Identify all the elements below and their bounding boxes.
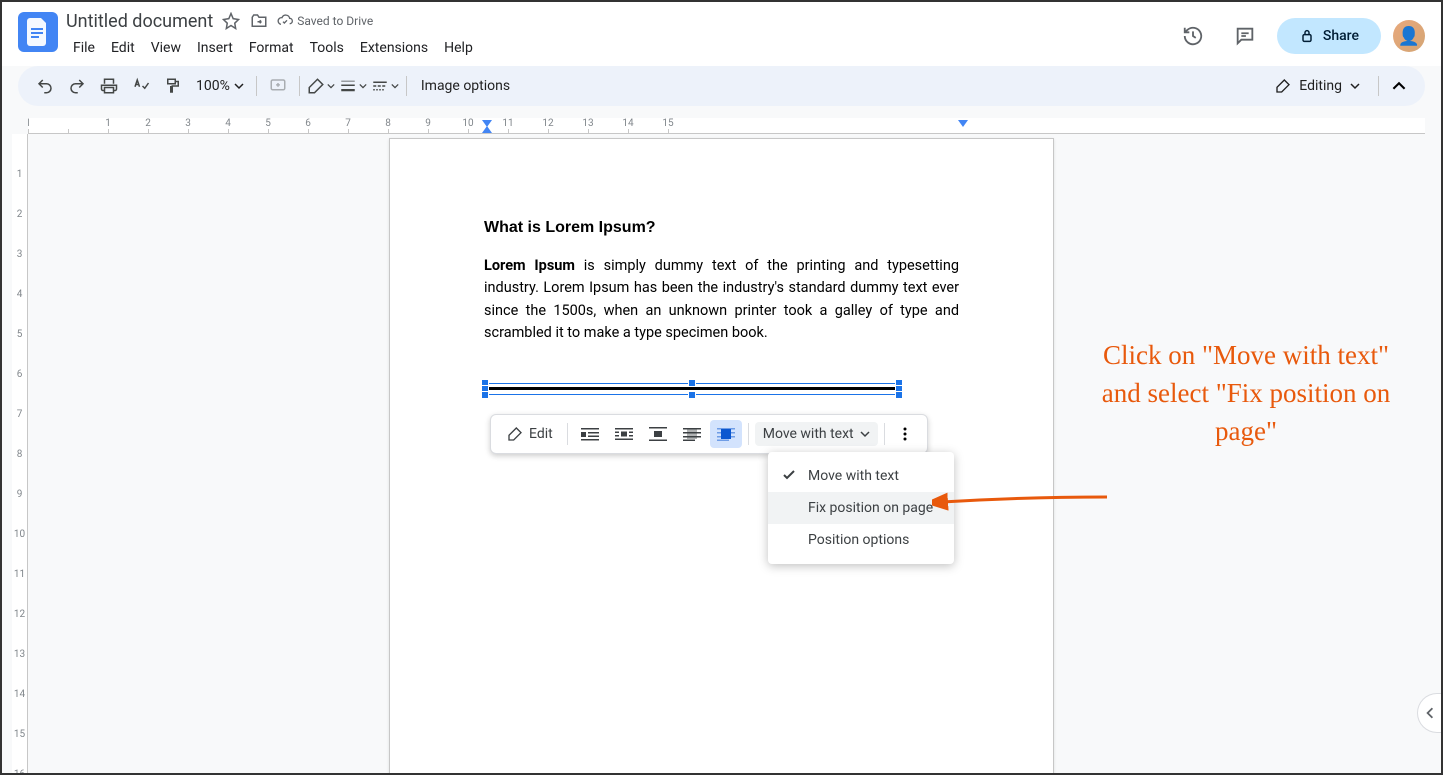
menu-format[interactable]: Format [242,36,301,60]
more-options-icon[interactable] [891,420,919,448]
star-icon[interactable] [221,11,241,31]
menu-tools[interactable]: Tools [303,36,351,60]
resize-handle-br[interactable] [895,391,903,399]
share-button[interactable]: Share [1277,18,1381,54]
selected-image-divider[interactable] [483,381,901,397]
print-button[interactable] [94,72,124,100]
check-icon [782,468,796,486]
avatar[interactable]: 👤 [1393,20,1425,52]
menu-bar: File Edit View Insert Format Tools Exten… [66,36,1165,60]
wrap-text-icon[interactable] [608,420,640,448]
spellcheck-button[interactable] [126,72,156,100]
edit-image-button[interactable]: Edit [499,426,561,442]
dropdown-item-position-options[interactable]: Position options [768,524,954,556]
in-front-text-icon[interactable] [710,420,742,448]
menu-insert[interactable]: Insert [190,36,240,60]
add-comment-button [263,72,293,100]
wrap-inline-icon[interactable] [574,420,606,448]
horizontal-ruler[interactable]: 21123456789101112131415 [28,118,1425,134]
document-title[interactable]: Untitled document [66,11,213,32]
comments-icon[interactable] [1225,16,1265,56]
toolbar: 100% Image options Editing [18,66,1425,106]
redo-button[interactable] [62,72,92,100]
dropdown-item-move-with-text[interactable]: Move with text [768,460,954,492]
paint-format-button[interactable] [158,72,188,100]
app-header: Untitled document Saved to Drive File Ed… [2,2,1441,66]
vertical-ruler[interactable]: 12345678910111213141516 [12,134,28,773]
tutorial-annotation: Click on "Move with text" and select "Fi… [1091,337,1401,450]
image-floating-toolbar: Edit Move with text [490,414,928,454]
zoom-selector[interactable]: 100% [190,78,250,94]
break-text-icon[interactable] [642,420,674,448]
document-canvas[interactable]: What is Lorem Ipsum? Lorem Ipsum is simp… [28,134,1425,773]
page[interactable]: What is Lorem Ipsum? Lorem Ipsum is simp… [389,138,1054,773]
history-icon[interactable] [1173,16,1213,56]
doc-heading[interactable]: What is Lorem Ipsum? [484,219,959,237]
position-dropdown-menu: Move with text Fix position on page Posi… [768,452,954,564]
resize-handle-bl[interactable] [481,391,489,399]
move-with-text-dropdown[interactable]: Move with text [755,422,878,446]
border-color-button[interactable] [306,72,336,100]
menu-extensions[interactable]: Extensions [353,36,435,60]
border-weight-button[interactable] [338,72,368,100]
behind-text-icon[interactable] [676,420,708,448]
border-dash-button[interactable] [370,72,400,100]
menu-file[interactable]: File [66,36,102,60]
menu-edit[interactable]: Edit [104,36,142,60]
dropdown-item-fix-position[interactable]: Fix position on page [768,492,954,524]
image-options-button[interactable]: Image options [413,78,518,94]
resize-handle-bm[interactable] [688,391,696,399]
undo-button[interactable] [30,72,60,100]
saved-status[interactable]: Saved to Drive [277,13,373,29]
indent-marker-first[interactable] [482,126,492,133]
move-folder-icon[interactable] [249,11,269,31]
docs-logo-icon[interactable] [18,12,58,52]
menu-view[interactable]: View [144,36,188,60]
editing-mode-button[interactable]: Editing [1263,78,1372,94]
menu-help[interactable]: Help [437,36,480,60]
indent-marker-right[interactable] [958,120,968,127]
doc-paragraph[interactable]: Lorem Ipsum is simply dummy text of the … [484,255,959,345]
resize-handle-tm[interactable] [688,379,696,387]
collapse-toolbar-button[interactable] [1385,72,1413,100]
